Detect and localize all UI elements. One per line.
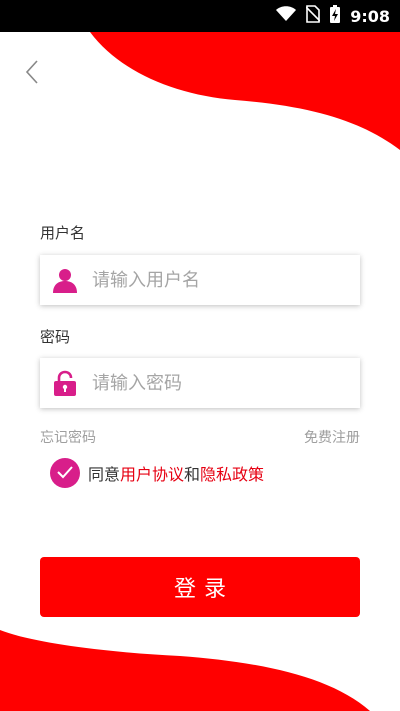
password-field[interactable] (40, 358, 360, 408)
user-agreement-link[interactable]: 用户协议 (120, 461, 184, 485)
forgot-password-link[interactable]: 忘记密码 (40, 427, 96, 447)
register-link[interactable]: 免费注册 (304, 427, 360, 447)
wifi-icon (276, 6, 297, 26)
status-bar: 9:08 (0, 0, 400, 32)
agreement-checkbox[interactable] (50, 458, 80, 488)
password-input[interactable] (92, 363, 360, 403)
chevron-left-icon (25, 60, 39, 88)
user-icon (52, 267, 78, 293)
agreement-conjunction: 和 (184, 465, 201, 484)
lock-icon (52, 370, 78, 396)
password-label: 密码 (40, 328, 71, 346)
agreement-prefix: 同意 (88, 465, 121, 484)
back-button[interactable] (14, 56, 50, 92)
checkmark-icon (56, 464, 74, 483)
no-sim-icon (305, 5, 321, 27)
username-field[interactable] (40, 255, 360, 305)
privacy-policy-link[interactable]: 隐私政策 (200, 461, 264, 485)
username-label: 用户名 (40, 224, 86, 242)
status-time: 9:08 (350, 6, 390, 26)
login-button[interactable]: 登录 (40, 557, 360, 617)
battery-charging-icon (330, 5, 341, 27)
agreement-row: 同意 用户协议 和 隐私政策 (50, 458, 264, 488)
username-input[interactable] (92, 260, 360, 300)
